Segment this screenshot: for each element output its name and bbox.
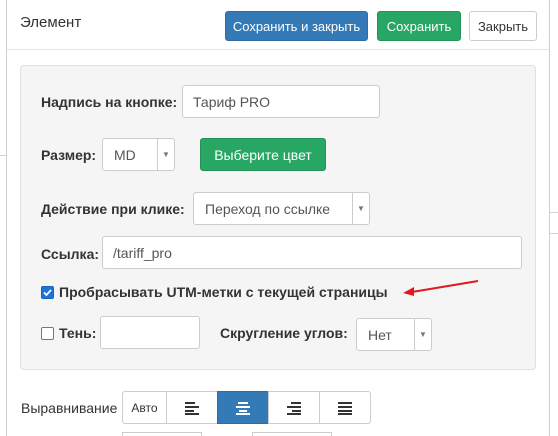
align-center-button[interactable] (217, 391, 269, 424)
shadow-label: Тень: (59, 325, 97, 341)
click-action-select-value: Переход по ссылке (205, 200, 331, 217)
corner-radius-label: Скругление углов: (220, 325, 348, 341)
modal-header: Элемент Сохранить и закрыть Сохранить За… (7, 0, 549, 50)
size-select-value: MD (114, 146, 136, 163)
align-left-icon (185, 401, 199, 415)
click-action-label: Действие при клике: (41, 201, 185, 217)
next-row-field (252, 432, 332, 436)
choose-color-button[interactable]: Выберите цвет (200, 138, 326, 171)
checkmark-icon (43, 289, 52, 297)
alignment-label: Выравнивание (21, 400, 118, 416)
link-label: Ссылка: (41, 246, 100, 262)
shadow-input[interactable] (100, 316, 200, 349)
modal-title: Элемент (20, 14, 82, 31)
element-modal: Элемент Сохранить и закрыть Сохранить За… (6, 0, 550, 436)
chevron-down-icon: ▼ (414, 319, 431, 350)
button-text-input[interactable]: Тариф PRO (182, 85, 380, 118)
annotation-arrow-icon (403, 280, 479, 296)
size-select[interactable]: MD ▼ (102, 138, 175, 171)
chevron-down-icon: ▼ (352, 193, 369, 224)
align-justify-icon (338, 401, 352, 415)
align-left-button[interactable] (166, 391, 218, 424)
shadow-checkbox[interactable] (41, 327, 54, 340)
utm-label: Пробрасывать UTM-метки с текущей страниц… (59, 284, 388, 300)
utm-checkbox[interactable] (41, 286, 54, 299)
button-text-label: Надпись на кнопке: (41, 94, 178, 110)
save-button[interactable]: Сохранить (377, 11, 461, 41)
click-action-select[interactable]: Переход по ссылке ▼ (193, 192, 370, 225)
button-settings-panel: Надпись на кнопке: Тариф PRO Размер: MD … (20, 65, 536, 370)
align-auto-button[interactable]: Авто (122, 391, 167, 424)
link-input[interactable]: /tariff_pro (102, 236, 522, 269)
align-right-icon (287, 401, 301, 415)
close-button[interactable]: Закрыть (469, 11, 537, 41)
next-row-field (122, 432, 202, 436)
chevron-down-icon: ▼ (157, 139, 174, 170)
corner-radius-select-value: Нет (368, 326, 392, 343)
save-and-close-button[interactable]: Сохранить и закрыть (225, 11, 368, 41)
corner-radius-select[interactable]: Нет ▼ (356, 318, 432, 351)
alignment-button-group: Авто (122, 391, 371, 424)
size-label: Размер: (41, 147, 97, 163)
align-justify-button[interactable] (319, 391, 371, 424)
align-center-icon (236, 401, 250, 415)
align-right-button[interactable] (268, 391, 320, 424)
